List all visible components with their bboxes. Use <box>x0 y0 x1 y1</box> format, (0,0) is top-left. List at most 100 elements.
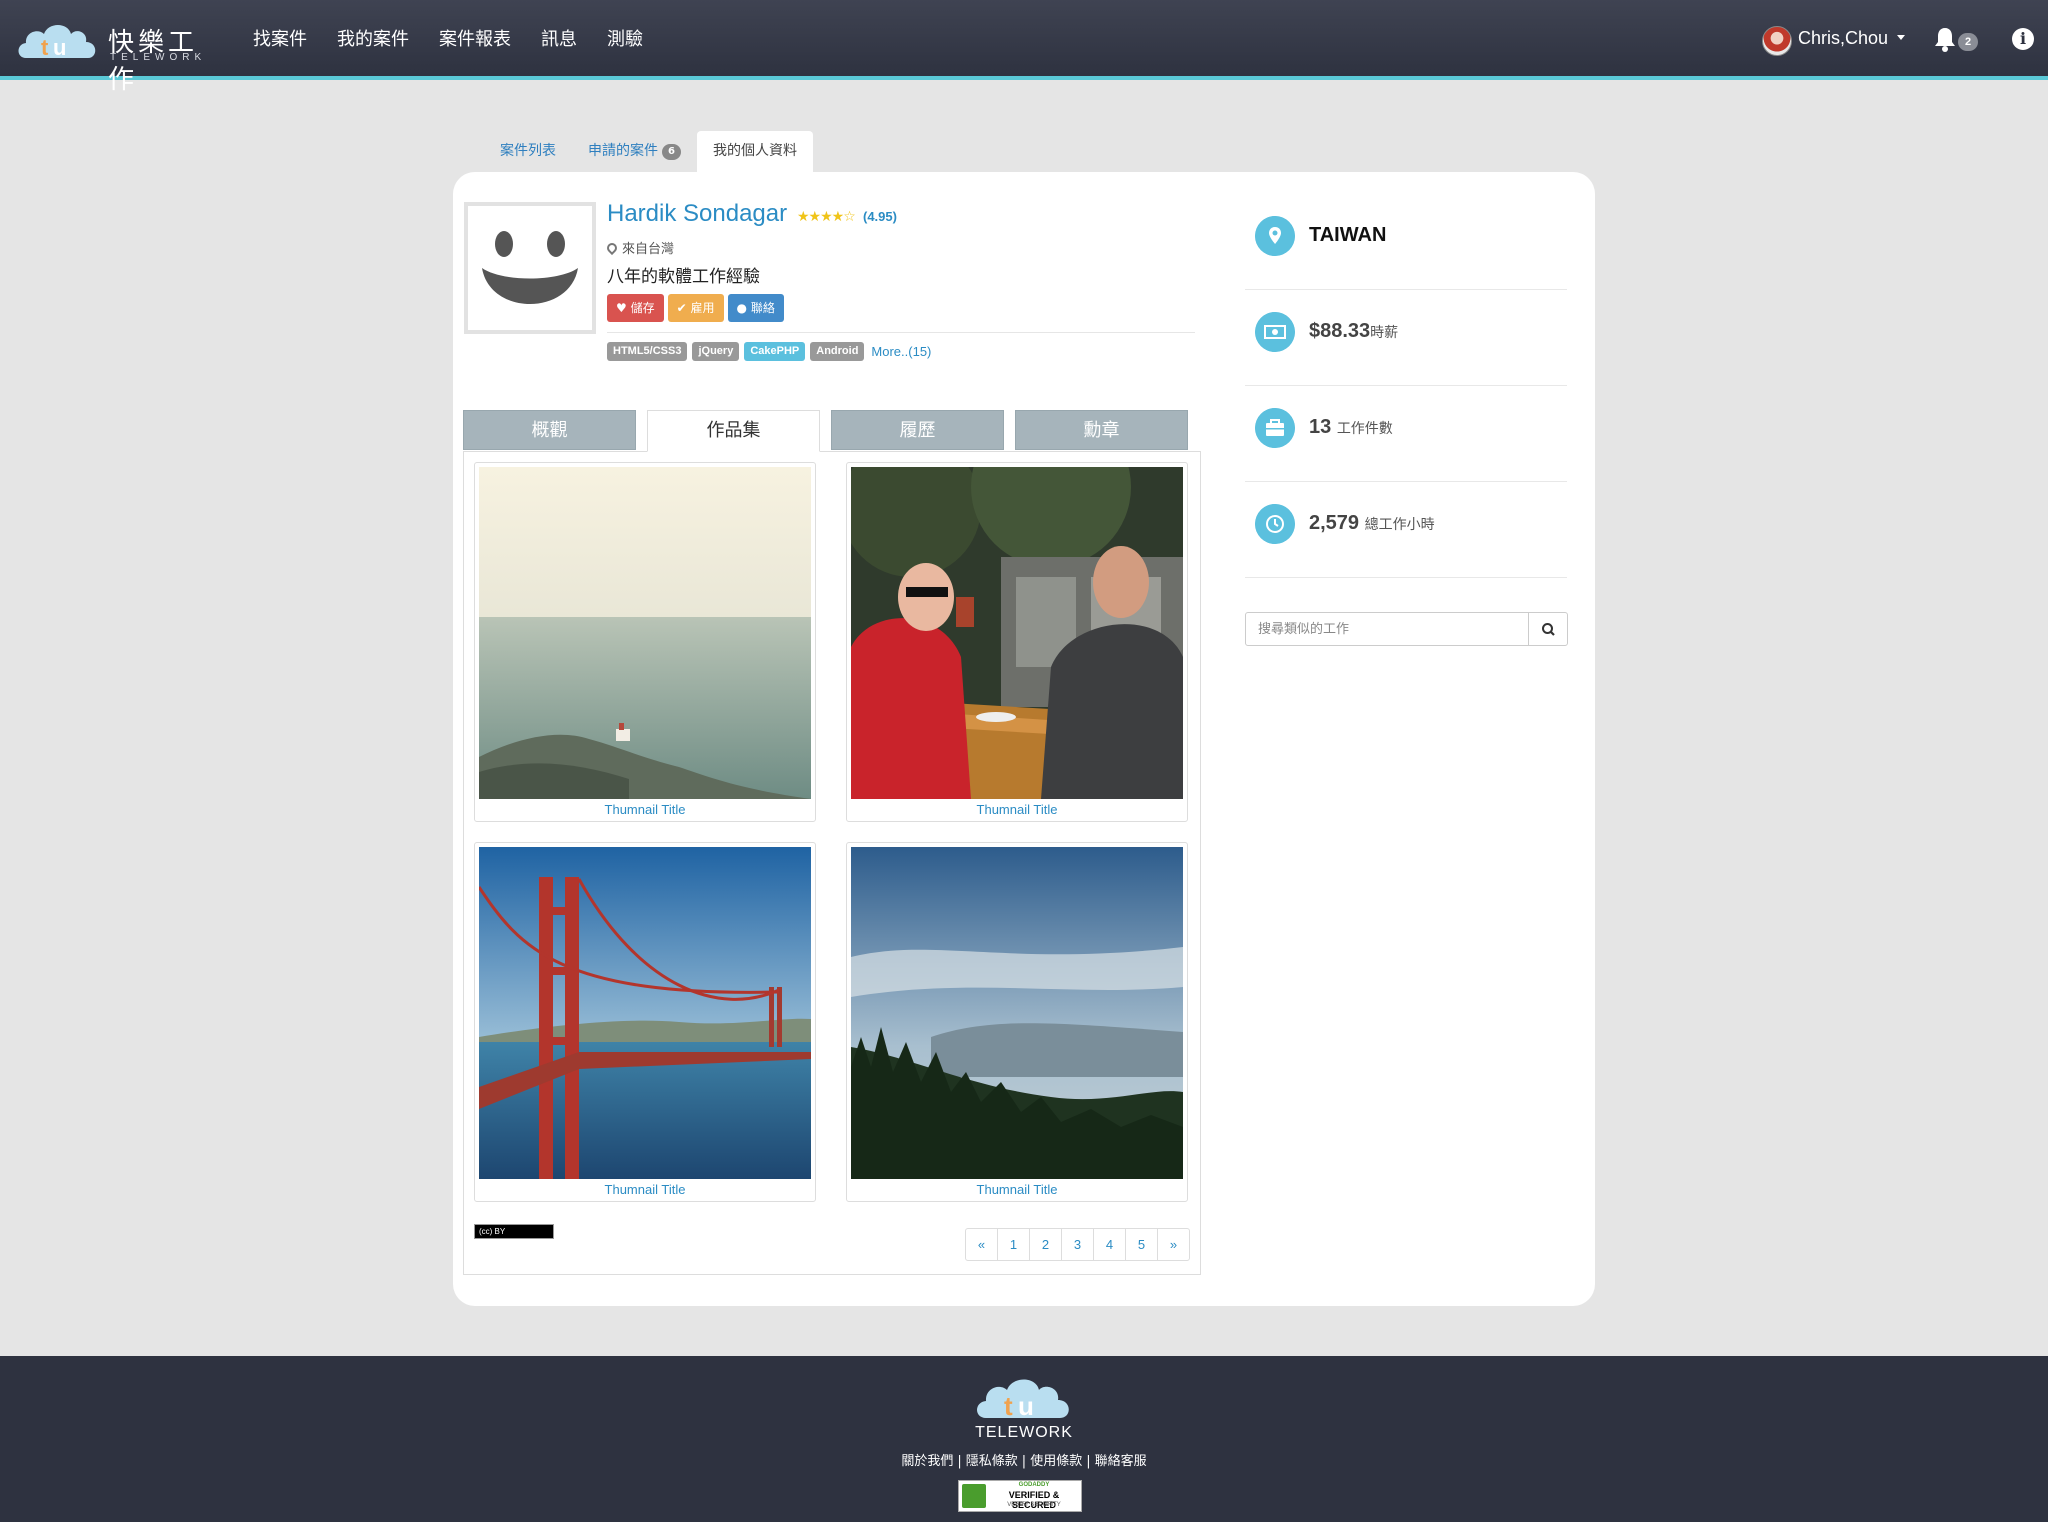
contact-button[interactable]: ● 聯絡 <box>727 294 784 322</box>
stat-country: TAIWAN <box>1245 194 1567 290</box>
footer-link-privacy[interactable]: 隱私條款 <box>966 1454 1018 1469</box>
lock-icon <box>962 1484 986 1508</box>
portfolio-item-title[interactable]: Thumnail Title <box>847 802 1187 817</box>
profile-name[interactable]: Hardik Sondagar <box>607 200 787 228</box>
portfolio-item-title[interactable]: Thumnail Title <box>475 1182 815 1197</box>
save-label: 儲存 <box>630 301 655 315</box>
svg-text:t: t <box>1004 1391 1013 1421</box>
tab-my-profile[interactable]: 我的個人資料 <box>696 131 813 173</box>
clock-icon <box>1255 504 1295 544</box>
hourly-rate: $88.33時薪 <box>1309 320 1398 343</box>
tab-label: 案件列表 <box>500 143 556 159</box>
tab-badges[interactable]: 勳章 <box>1015 410 1188 450</box>
tab-label: 我的個人資料 <box>712 143 797 159</box>
skill-tag[interactable]: HTML5/CSS3 <box>607 342 688 361</box>
hire-button[interactable]: ✔ 雇用 <box>667 294 724 322</box>
footer: t u TELEWORK 關於我們 | 隱私條款 | 使用條款 | 聯絡客服 GODADDY… <box>0 1356 2048 1522</box>
save-button[interactable]: ♥ 儲存 <box>607 294 664 322</box>
profile-avatar <box>464 202 596 334</box>
security-seal[interactable]: GODADDY VERIFIED & SECURED VERIFY SECURI… <box>958 1480 1082 1512</box>
top-navbar: t u 快樂工作 TELEWORK 找案件 我的案件 案件報表 訊息 測驗 Ch… <box>0 0 2048 95</box>
map-marker-icon <box>1255 216 1295 256</box>
page-tabs: 案件列表 申請的案件 6 我的個人資料 <box>484 131 813 173</box>
svg-text:u: u <box>1018 1391 1034 1421</box>
stat-total-hours: 2,579 總工作小時 <box>1245 482 1567 578</box>
seal-line1: GODADDY <box>1018 1482 1050 1488</box>
footer-separator: | <box>1021 1454 1027 1469</box>
footer-separator: | <box>957 1454 962 1469</box>
profile-actions: ♥ 儲存 ✔ 雇用 ● 聯絡 <box>607 294 784 322</box>
nav-my-jobs[interactable]: 我的案件 <box>322 0 424 80</box>
bell-icon[interactable] <box>1933 26 1957 52</box>
caret-down-icon[interactable] <box>1897 35 1905 40</box>
briefcase-icon <box>1255 408 1295 448</box>
page-4[interactable]: 4 <box>1093 1228 1126 1261</box>
more-skills-link[interactable]: More..(15) <box>871 344 931 359</box>
skill-tag[interactable]: Android <box>810 342 865 361</box>
user-avatar[interactable] <box>1762 26 1792 56</box>
page-prev[interactable]: « <box>965 1228 998 1261</box>
nav-job-reports[interactable]: 案件報表 <box>424 0 526 80</box>
tab-overview[interactable]: 概觀 <box>463 410 636 450</box>
brand-logo[interactable]: t u 快樂工作 TELEWORK <box>16 18 216 95</box>
hourly-rate-value: $88.33 <box>1309 320 1371 342</box>
pagination: « 1 2 3 4 5 » <box>965 1228 1190 1261</box>
seal-line3: VERIFY SECURITY <box>1007 1502 1061 1508</box>
skill-tag[interactable]: CakePHP <box>744 342 806 361</box>
profile-location: 來自台灣 <box>604 238 674 257</box>
portfolio-item[interactable]: Thumnail Title <box>474 462 816 822</box>
coastal-lighthouse-photo[interactable] <box>479 467 811 799</box>
profile-headline: 八年的軟體工作經驗 <box>607 267 760 287</box>
stat-hourly-rate: $88.33時薪 <box>1245 290 1567 386</box>
total-hours: 2,579 總工作小時 <box>1309 512 1435 535</box>
portfolio-item[interactable]: Thumnail Title <box>474 842 816 1202</box>
tab-resume[interactable]: 履歷 <box>831 410 1004 450</box>
forest-valley-photo[interactable] <box>851 847 1183 1179</box>
page-next[interactable]: » <box>1157 1228 1190 1261</box>
nav-find-jobs[interactable]: 找案件 <box>238 0 322 80</box>
money-icon <box>1255 312 1295 352</box>
similar-jobs-search <box>1245 612 1568 646</box>
nav-tests[interactable]: 測驗 <box>592 0 658 80</box>
page-1[interactable]: 1 <box>997 1228 1030 1261</box>
footer-brand: TELEWORK <box>975 1424 1073 1441</box>
jobs-count-value: 13 <box>1309 416 1332 438</box>
skill-tag[interactable]: jQuery <box>692 342 740 361</box>
portfolio-item[interactable]: Thumnail Title <box>846 462 1188 822</box>
footer-link-about[interactable]: 關於我們 <box>901 1454 953 1469</box>
tab-job-list[interactable]: 案件列表 <box>484 131 572 173</box>
profile-card: Hardik Sondagar ★★★★☆ (4.95) 來自台灣 八年的軟體工… <box>453 172 1595 1306</box>
footer-link-terms[interactable]: 使用條款 <box>1030 1454 1082 1469</box>
golden-gate-bridge-photo[interactable] <box>479 847 811 1179</box>
footer-separator: | <box>1086 1454 1091 1469</box>
tw-cloud-logo-icon[interactable]: t u <box>974 1372 1074 1422</box>
hourly-rate-label: 時薪 <box>1370 325 1399 341</box>
brand-name-en: TELEWORK <box>110 52 207 63</box>
portfolio-item[interactable]: Thumnail Title <box>846 842 1188 1202</box>
page-5[interactable]: 5 <box>1125 1228 1158 1261</box>
rating-value: (4.95) <box>863 209 897 224</box>
notification-badge[interactable]: 2 <box>1958 33 1978 51</box>
info-icon[interactable]: i <box>2012 28 2034 50</box>
country-value: TAIWAN <box>1309 224 1387 246</box>
hire-label: 雇用 <box>690 301 715 315</box>
page-3[interactable]: 3 <box>1061 1228 1094 1261</box>
skill-tags: HTML5/CSS3 jQuery CakePHP Android More..… <box>607 342 931 361</box>
contact-label: 聯絡 <box>750 301 775 315</box>
portfolio-item-title[interactable]: Thumnail Title <box>475 802 815 817</box>
tab-portfolio[interactable]: 作品集 <box>647 410 820 452</box>
jobs-count-label: 工作件數 <box>1336 421 1393 437</box>
search-button[interactable] <box>1528 612 1568 646</box>
divider <box>607 332 1195 333</box>
tab-applied-jobs[interactable]: 申請的案件 6 <box>572 131 697 173</box>
portfolio-item-title[interactable]: Thumnail Title <box>847 1182 1187 1197</box>
search-input[interactable] <box>1245 612 1529 646</box>
cafe-cyclists-photo[interactable] <box>851 467 1183 799</box>
nav-messages[interactable]: 訊息 <box>526 0 592 80</box>
footer-link-support[interactable]: 聯絡客服 <box>1095 1454 1147 1469</box>
user-menu[interactable]: Chris,Chou <box>1798 28 1888 49</box>
total-hours-value: 2,579 <box>1309 512 1360 534</box>
cc-license-badge[interactable]: (cc) BY <box>474 1224 554 1239</box>
page-2[interactable]: 2 <box>1029 1228 1062 1261</box>
portfolio-panel: Thumnail Title Thumnail Title Thumnail T… <box>463 451 1201 1275</box>
